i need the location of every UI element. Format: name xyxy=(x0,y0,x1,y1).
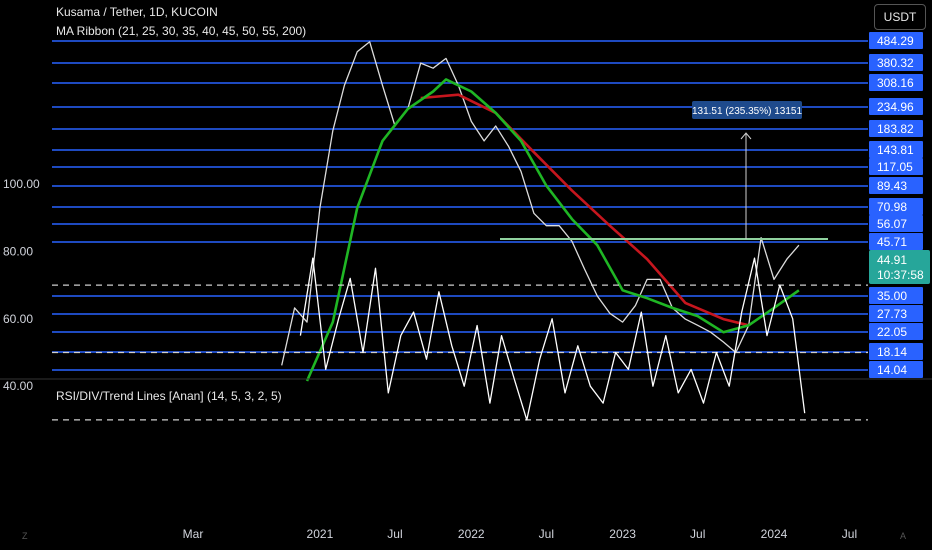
svg-text:27.73: 27.73 xyxy=(877,307,907,321)
time-tick-3: 2022 xyxy=(458,527,485,541)
time-tick-5: 2023 xyxy=(609,527,636,541)
svg-text:143.81: 143.81 xyxy=(877,143,914,157)
price-tick-3: 234.96 xyxy=(869,98,923,115)
price-tick-11: 35.00 xyxy=(869,287,923,304)
time-scale[interactable]: Mar 2021 Jul 2022 Jul 2023 Jul 2024 Jul xyxy=(183,527,857,541)
svg-text:22.05: 22.05 xyxy=(877,325,907,339)
rsi-tick-1: 80.00 xyxy=(3,244,33,258)
price-tick-8: 70.98 xyxy=(869,198,923,215)
svg-text:117.05: 117.05 xyxy=(877,160,913,174)
svg-text:10:37:58: 10:37:58 xyxy=(877,268,924,282)
price-tick-12: 27.73 xyxy=(869,305,923,322)
currency-button[interactable]: USDT xyxy=(874,4,926,30)
price-tick-7: 89.43 xyxy=(869,177,923,194)
rsi-panel: 100.00 80.00 60.00 40.00 xyxy=(0,177,932,421)
price-tick-4: 183.82 xyxy=(869,120,923,137)
price-tick-6: 117.05 xyxy=(869,158,923,175)
svg-text:131.51 (235.35%) 13151: 131.51 (235.35%) 13151 xyxy=(692,106,803,117)
svg-text:45.71: 45.71 xyxy=(877,235,907,249)
chart-canvas[interactable]: 484.29 380.32 308.16 234.96 183.82 143.81 117.… xyxy=(0,0,932,550)
svg-text:380.32: 380.32 xyxy=(877,56,914,70)
svg-text:44.91: 44.91 xyxy=(877,253,907,267)
svg-text:89.43: 89.43 xyxy=(877,179,907,193)
scale-left-icon[interactable]: Z xyxy=(22,531,28,541)
svg-text:234.96: 234.96 xyxy=(877,100,914,114)
price-tick-15: 14.04 xyxy=(869,361,923,378)
price-tick-0: 484.29 xyxy=(869,32,923,49)
current-price-badge: 44.9110:37:58 xyxy=(869,250,930,284)
time-tick-4: Jul xyxy=(539,527,554,541)
price-tick-2: 308.16 xyxy=(869,74,923,91)
ma-ribbon-line xyxy=(305,78,800,382)
rsi-tick-0: 100.00 xyxy=(3,177,40,191)
price-tick-14: 18.14 xyxy=(869,343,923,360)
svg-text:484.29: 484.29 xyxy=(877,34,914,48)
time-tick-7: 2024 xyxy=(761,527,788,541)
svg-text:18.14: 18.14 xyxy=(877,345,907,359)
price-tick-10: 45.71 xyxy=(869,233,923,250)
rsi-tick-2: 60.00 xyxy=(3,312,33,326)
price-tick-13: 22.05 xyxy=(869,323,923,340)
time-tick-6: Jul xyxy=(690,527,705,541)
time-tick-8: Jul xyxy=(842,527,857,541)
rsi-line xyxy=(299,257,806,421)
price-tick-1: 380.32 xyxy=(869,54,923,71)
measure-label: 131.51 (235.35%) 13151 xyxy=(692,101,803,119)
svg-text:183.82: 183.82 xyxy=(877,122,914,136)
price-tick-9: 56.07 xyxy=(869,215,923,232)
price-tick-5: 143.81 xyxy=(869,141,923,158)
symbol-title[interactable]: Kusama / Tether, 1D, KUCOIN xyxy=(56,5,218,19)
svg-text:56.07: 56.07 xyxy=(877,217,907,231)
rsi-legend[interactable]: RSI/DIV/Trend Lines [Anan] (14, 5, 3, 2,… xyxy=(56,389,282,403)
svg-text:70.98: 70.98 xyxy=(877,200,907,214)
rsi-tick-3: 40.00 xyxy=(3,379,33,393)
svg-text:35.00: 35.00 xyxy=(877,289,907,303)
time-tick-1: 2021 xyxy=(307,527,334,541)
svg-text:308.16: 308.16 xyxy=(877,76,914,90)
time-tick-2: Jul xyxy=(387,527,402,541)
price-scale[interactable]: 484.29 380.32 308.16 234.96 183.82 143.81 117.… xyxy=(869,32,923,378)
time-tick-0: Mar xyxy=(183,527,204,541)
svg-text:14.04: 14.04 xyxy=(877,363,907,377)
indicator-legend[interactable]: MA Ribbon (21, 25, 30, 35, 40, 45, 50, 5… xyxy=(56,24,306,38)
auto-scale-button[interactable]: A xyxy=(900,531,906,541)
